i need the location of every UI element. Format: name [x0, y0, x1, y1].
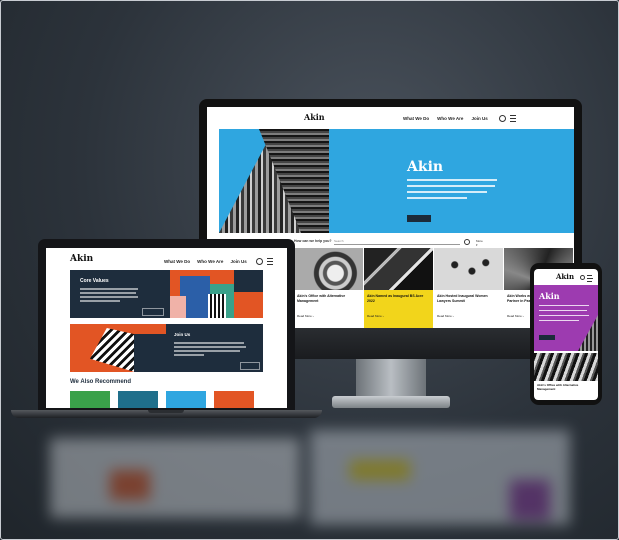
- phone-hero-banner: Akin: [534, 285, 598, 351]
- join-us-text-line: [174, 342, 244, 344]
- core-values-button[interactable]: [142, 308, 164, 316]
- nav-item-what-we-do[interactable]: What We Do: [164, 259, 190, 264]
- news-card[interactable]: Akin Hosted Inaugural Women Lawyers Summ…: [434, 248, 503, 328]
- news-card-image: [434, 248, 503, 290]
- desktop-logo[interactable]: Akin: [304, 112, 325, 122]
- floor-reflection: [30, 420, 590, 540]
- search-icon[interactable]: [256, 258, 263, 265]
- recommend-thumbnails: [70, 391, 263, 408]
- core-values-artwork: [170, 270, 263, 318]
- read-more-link[interactable]: Read More ›: [367, 314, 384, 318]
- nav-item-who-we-are[interactable]: Who We Are: [197, 259, 223, 264]
- laptop-nav-bar: Akin What We Do Who We Are Join Us: [46, 248, 287, 270]
- phone-screen: Akin Akin Akin's Office with Alternative…: [534, 269, 598, 400]
- phone-logo[interactable]: Akin: [556, 272, 574, 281]
- join-us-artwork: [70, 324, 166, 372]
- search-icon[interactable]: [580, 275, 585, 280]
- hero-title: Akin: [407, 159, 444, 175]
- nav-item-what-we-do[interactable]: What We Do: [403, 116, 429, 121]
- news-card-title: Akin Named as Inaugural BS Acre 2022: [367, 294, 424, 303]
- device-mockup-scene: Akin What We Do Who We Are Join Us Akin: [0, 0, 619, 540]
- help-more-dropdown[interactable]: More ▾: [476, 239, 484, 247]
- phone-news-image: [534, 353, 598, 381]
- recommend-card[interactable]: [166, 391, 206, 408]
- search-icon[interactable]: [499, 115, 506, 122]
- monitor-stand-neck: [356, 359, 426, 397]
- phone-hero-text-line: [539, 320, 579, 322]
- core-values-text-line: [80, 292, 136, 294]
- nav-item-who-we-are[interactable]: Who We Are: [437, 116, 463, 121]
- phone-hero-text-line: [539, 310, 587, 312]
- core-values-panel: Core Values: [70, 270, 170, 318]
- menu-icon[interactable]: [267, 258, 273, 265]
- join-us-text-line: [174, 346, 246, 348]
- hero-cta-button[interactable]: [407, 215, 431, 222]
- help-search-bar: How can we help you? Search More ▾: [294, 238, 484, 247]
- recommend-card[interactable]: [118, 391, 158, 408]
- read-more-link[interactable]: Read More ›: [437, 314, 454, 318]
- desktop-nav-icons: [499, 115, 516, 122]
- hero-text-line: [407, 191, 487, 193]
- core-values-text-line: [80, 288, 138, 290]
- news-card-title: Akin's Office with Alternative Managemen…: [297, 294, 346, 303]
- nav-item-join-us[interactable]: Join Us: [471, 116, 487, 121]
- menu-icon[interactable]: [587, 275, 593, 282]
- recommend-heading: We Also Recommend: [70, 379, 132, 385]
- hero-text-line: [407, 185, 495, 187]
- phone-news-title[interactable]: Akin's Office with Alternative Managemen…: [537, 383, 595, 391]
- join-us-panel: Join Us: [70, 324, 263, 372]
- core-values-title: Core Values: [80, 278, 109, 284]
- laptop-logo[interactable]: Akin: [70, 254, 93, 264]
- monitor-stand-foot: [332, 396, 450, 408]
- recommend-card[interactable]: [214, 391, 254, 408]
- laptop-nav-links: What We Do Who We Are Join Us: [164, 259, 247, 264]
- read-more-link[interactable]: Read More ›: [297, 314, 314, 318]
- help-search-icon[interactable]: [464, 239, 470, 245]
- phone-hero-text-line: [539, 305, 589, 307]
- news-card-title: Akin Hosted Inaugural Women Lawyers Summ…: [437, 294, 488, 303]
- core-values-text-line: [80, 296, 138, 298]
- news-card[interactable]: Akin's Office with Alternative Managemen…: [294, 248, 363, 328]
- phone-hero-title: Akin: [539, 291, 560, 301]
- help-search-input[interactable]: Search: [334, 238, 460, 245]
- phone-hero-button[interactable]: [539, 335, 555, 340]
- menu-icon[interactable]: [510, 115, 516, 122]
- news-card-image: [294, 248, 363, 290]
- phone-hero-text-line: [539, 315, 589, 317]
- smartphone: Akin Akin Akin's Office with Alternative…: [530, 263, 602, 405]
- recommend-card[interactable]: [70, 391, 110, 408]
- laptop: Akin What We Do Who We Are Join Us Core …: [38, 239, 295, 411]
- hero-text-line: [407, 179, 497, 181]
- nav-item-join-us[interactable]: Join Us: [230, 259, 246, 264]
- laptop-notch: [148, 410, 184, 413]
- laptop-screen: Akin What We Do Who We Are Join Us Core …: [46, 248, 287, 408]
- join-us-title: Join Us: [174, 332, 191, 337]
- help-label: How can we help you?: [294, 239, 332, 243]
- join-us-button[interactable]: [240, 362, 260, 370]
- desktop-hero-banner: Akin: [219, 129, 574, 233]
- read-more-link[interactable]: Read More ›: [507, 314, 524, 318]
- news-card-image: [364, 248, 433, 290]
- news-card-highlighted[interactable]: Akin Named as Inaugural BS Acre 2022 Rea…: [364, 248, 433, 328]
- join-us-text-line: [174, 350, 240, 352]
- laptop-nav-icons: [256, 258, 273, 265]
- core-values-text-line: [80, 300, 120, 302]
- hero-text-line: [407, 197, 467, 199]
- desktop-nav-bar: Akin What We Do Who We Are Join Us: [207, 107, 574, 129]
- desktop-nav-links: What We Do Who We Are Join Us: [403, 116, 488, 121]
- phone-hero-image: [578, 315, 598, 351]
- join-us-text-line: [174, 354, 204, 356]
